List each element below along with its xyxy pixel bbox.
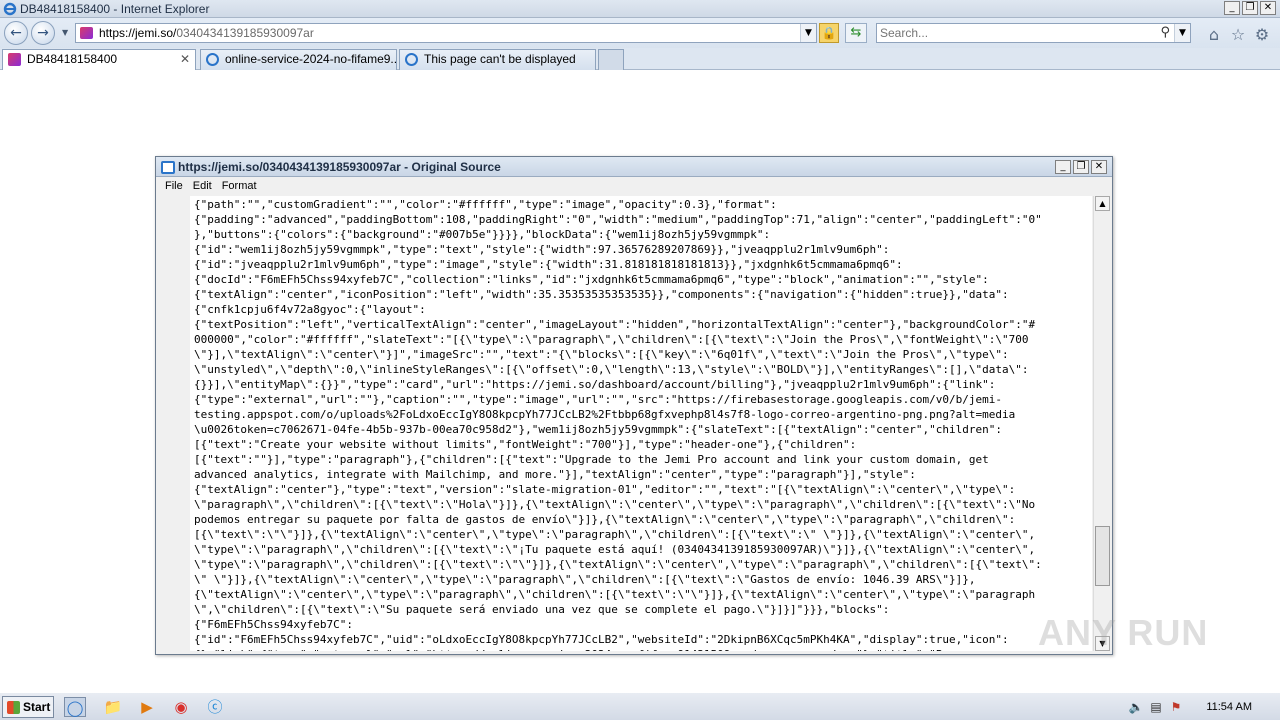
tab-db48418158400[interactable]: DB48418158400 ✕	[2, 49, 196, 70]
source-line: {"id":"F6mEFh5Chss94xyfeb7C","uid":"oLdx…	[194, 633, 1009, 646]
tab-online-service[interactable]: online-service-2024-no-fifame9...	[200, 49, 397, 70]
search-dropdown-icon[interactable]: ▼	[1174, 24, 1190, 42]
tab-label: online-service-2024-no-fifame9...	[225, 52, 397, 66]
home-icon[interactable]: ⌂	[1205, 26, 1223, 44]
menu-file[interactable]: File	[160, 178, 188, 196]
source-line: advanced analytics, integrate with Mailc…	[194, 468, 916, 481]
view-source-window: https://jemi.so/0340434139185930097ar - …	[155, 156, 1113, 655]
anyrun-watermark: ANY RUN	[1038, 612, 1209, 653]
source-minimize-button[interactable]: _	[1055, 160, 1071, 174]
new-tab-button[interactable]	[598, 49, 624, 70]
security-flag-icon[interactable]: ⚑	[1168, 699, 1184, 715]
source-line: \"type\":\"paragraph\",\"children\":[{\"…	[194, 543, 1036, 556]
search-box[interactable]: ⚲ ▼	[876, 23, 1191, 43]
source-line: {"textAlign":"center","iconPosition":"le…	[194, 288, 1009, 301]
browser-title: DB48418158400 - Internet Explorer	[20, 2, 210, 16]
site-favicon-icon	[80, 27, 93, 39]
url-host: https://jemi.so/	[99, 26, 177, 40]
source-line: testing.appspot.com/o/uploads%2FoLdxoEcc…	[194, 408, 1016, 421]
internet-explorer-icon	[161, 161, 175, 174]
tab-label: DB48418158400	[27, 52, 118, 66]
source-window-title: https://jemi.so/0340434139185930097ar - …	[178, 160, 501, 174]
source-line: {"type":"external","url":""},"caption":"…	[194, 393, 1002, 406]
source-line: podemos entregar su paquete por falta de…	[194, 513, 1016, 526]
tab-page-cant-be-displayed[interactable]: This page can't be displayed	[399, 49, 596, 70]
search-icon[interactable]: ⚲	[1160, 25, 1170, 40]
network-icon[interactable]: ▤	[1148, 699, 1164, 715]
source-line: \"paragraph\",\"children\":[{\"text\":\"…	[194, 498, 1036, 511]
lock-icon[interactable]: 🔒	[819, 23, 839, 43]
menu-format[interactable]: Format	[217, 178, 262, 196]
taskbar-chrome-icon[interactable]: ◉	[170, 697, 192, 717]
source-code-text: {"path":"","customGradient":"","color":"…	[190, 196, 1092, 651]
taskbar-media-player-icon[interactable]: ▶	[136, 697, 158, 717]
source-line: {"path":"","customGradient":"","color":"…	[194, 198, 777, 211]
start-button[interactable]: Start	[2, 696, 54, 718]
url-path: 0340434139185930097ar	[176, 26, 314, 40]
source-maximize-button[interactable]: ❐	[1073, 160, 1089, 174]
internet-explorer-icon	[405, 53, 418, 66]
source-line: \"type\":\"paragraph\",\"children\":[{\"…	[194, 558, 1042, 571]
source-menu-bar: File Edit Format	[156, 178, 1112, 196]
scroll-up-arrow-icon[interactable]: ▲	[1095, 196, 1110, 211]
source-line: {"textPosition":"left","verticalTextAlig…	[194, 318, 1036, 331]
browser-title-bar: DB48418158400 - Internet Explorer _ ❐ ✕	[0, 0, 1280, 18]
address-bar[interactable]: https://jemi.so/0340434139185930097ar ▼	[75, 23, 817, 43]
volume-icon[interactable]: 🔈	[1128, 699, 1144, 715]
source-line: {"F6mEFh5Chss94xyfeb7C":	[194, 618, 353, 631]
forward-arrow-icon[interactable]: →	[31, 21, 55, 45]
source-line: {"cnfk1cpju6f4v72a8gyoc":{"layout":	[194, 303, 426, 316]
vertical-scrollbar[interactable]: ▲ ▼	[1093, 196, 1110, 651]
source-window-title-bar: https://jemi.so/0340434139185930097ar - …	[156, 157, 1112, 177]
system-tray: 🔈 ▤ ⚑ 11:54 AM	[1120, 695, 1280, 719]
taskbar: Start ◯ 📁 ▶ ◉ ⓒ 🔈 ▤ ⚑ 11:54 AM	[0, 692, 1280, 720]
source-line: [{"text":"Create your website without li…	[194, 438, 857, 451]
source-line: \",\"children\":[{\"text\":\"Su paquete …	[194, 603, 890, 616]
source-line: {"padding":"advanced","paddingBottom":10…	[194, 213, 1042, 226]
navigation-bar: ← → ▼ https://jemi.so/034043413918593009…	[0, 18, 1280, 48]
source-line: {"docId":"F6mEFh5Chss94xyfeb7C","collect…	[194, 273, 989, 286]
source-line: \u0026token=c7062671-04fe-4b5b-937b-00ea…	[194, 423, 1002, 436]
source-line: {},"link":{"type":"external","url":"http…	[194, 648, 969, 651]
scrollbar-thumb[interactable]	[1095, 526, 1110, 586]
menu-edit[interactable]: Edit	[188, 178, 217, 196]
tab-close-icon[interactable]: ✕	[180, 50, 190, 69]
source-close-button[interactable]: ✕	[1091, 160, 1107, 174]
internet-explorer-icon	[206, 53, 219, 66]
address-dropdown-icon[interactable]: ▼	[800, 24, 816, 42]
close-button[interactable]: ✕	[1260, 1, 1276, 15]
taskbar-internet-explorer-icon[interactable]: ◯	[64, 697, 86, 717]
source-line: },"buttons":{"colors":{"background":"#00…	[194, 228, 771, 241]
source-line: {"id":"jveaqpplu2r1mlv9um6ph","type":"im…	[194, 258, 903, 271]
source-line: {"id":"wem1ij8ozh5jy59vgmmpk","type":"te…	[194, 243, 890, 256]
source-line: \"}],\"textAlign\":\"center\"}]","imageS…	[194, 348, 1009, 361]
back-arrow-icon[interactable]: ←	[4, 21, 28, 45]
taskbar-folder-icon[interactable]: 📁	[102, 697, 124, 717]
internet-explorer-icon	[3, 2, 17, 16]
restore-button[interactable]: ❐	[1242, 1, 1258, 15]
address-url[interactable]: https://jemi.so/0340434139185930097ar	[99, 26, 314, 40]
site-favicon-icon	[8, 53, 21, 66]
windows-logo-icon	[7, 701, 20, 714]
history-dropdown-icon[interactable]: ▼	[62, 28, 70, 37]
source-line: {}}],\"entityMap\":{}}","type":"card","u…	[194, 378, 996, 391]
source-line: [{"text":""}],"type":"paragraph"},{"chil…	[194, 453, 989, 466]
source-code-area[interactable]: {"path":"","customGradient":"","color":"…	[190, 196, 1092, 651]
tab-strip: DB48418158400 ✕ online-service-2024-no-f…	[0, 48, 1280, 70]
source-line: {"textAlign":"center"},"type":"text","ve…	[194, 483, 1016, 496]
source-line: \"unstyled\",\"depth\":0,\"inlineStyleRa…	[194, 363, 1029, 376]
tab-label: This page can't be displayed	[424, 52, 576, 66]
source-line: \" \"}]},{\"textAlign\":\"center\",\"typ…	[194, 573, 976, 586]
source-line: 000000","color":"#ffffff","slateText":"[…	[194, 333, 1029, 346]
source-line: {\"textAlign\":\"center\",\"type\":\"par…	[194, 588, 1036, 601]
favorites-star-icon[interactable]: ☆	[1229, 26, 1247, 44]
clock: 11:54 AM	[1206, 701, 1252, 713]
refresh-icon[interactable]: ⇆	[845, 23, 867, 43]
source-line: [{\"text\":\"\"}]},{\"textAlign\":\"cent…	[194, 528, 1036, 541]
taskbar-edge-icon[interactable]: ⓒ	[204, 697, 226, 717]
minimize-button[interactable]: _	[1224, 1, 1240, 15]
gear-icon[interactable]: ⚙	[1253, 26, 1271, 44]
start-label: Start	[23, 700, 51, 714]
search-input[interactable]	[880, 25, 1150, 41]
